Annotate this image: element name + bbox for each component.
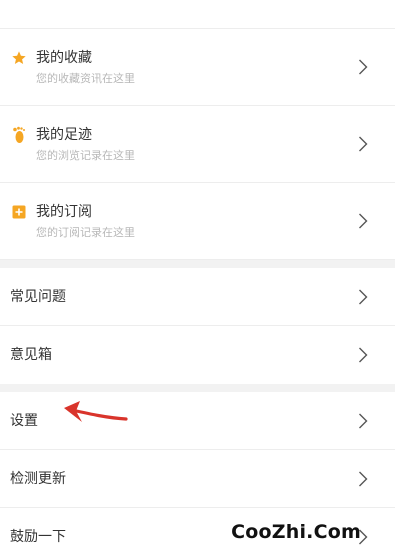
menu-item-subtitle: 您的订阅记录在这里 [36,225,135,239]
footprint-icon [10,126,28,144]
chevron-right-icon [357,412,369,430]
menu-item-title: 我的收藏 [36,49,92,66]
menu-item-text: 常见问题 [10,288,357,306]
menu-item-title-line: 我的足迹 [10,126,357,144]
menu-item-history[interactable]: 我的足迹 您的浏览记录在这里 [0,106,395,183]
menu-item-subtitle: 您的浏览记录在这里 [36,148,135,162]
menu-item-check-update[interactable]: 检测更新 [0,450,395,508]
chevron-right-icon [357,212,369,230]
star-icon [10,49,28,67]
section-divider [0,260,395,268]
section-divider [0,384,395,392]
menu-item-text: 我的收藏 您的收藏资讯在这里 [10,49,357,86]
menu-item-settings[interactable]: 设置 [0,392,395,450]
menu-item-favorites[interactable]: 我的收藏 您的收藏资讯在这里 [0,29,395,106]
menu-item-title-line: 我的收藏 [10,49,357,67]
profile-menu-page: 我的收藏 您的收藏资讯在这里 我的足迹 您的浏览记录在这里 我的订阅 您的订阅记… [0,0,395,557]
menu-item-faq[interactable]: 常见问题 [0,268,395,326]
menu-item-title: 我的足迹 [36,126,92,143]
menu-item-title: 常见问题 [10,288,66,305]
menu-item-text: 我的订阅 您的订阅记录在这里 [10,203,357,240]
menu-item-text: 检测更新 [10,470,357,488]
top-spacer [0,0,395,29]
chevron-right-icon [357,58,369,76]
menu-item-title: 意见箱 [10,347,52,363]
menu-item-title: 设置 [10,412,38,429]
menu-item-text: 意见箱 [10,346,357,364]
menu-item-subtitle: 您的收藏资讯在这里 [36,71,135,85]
menu-item-subscriptions[interactable]: 我的订阅 您的订阅记录在这里 [0,183,395,260]
menu-item-title: 我的订阅 [36,203,92,220]
menu-item-feedback[interactable]: 意见箱 [0,326,395,384]
subscribe-icon [10,203,28,221]
chevron-right-icon [357,288,369,306]
menu-item-title: 检测更新 [10,470,66,487]
watermark: CooZhi.Com [231,521,361,543]
menu-item-text: 设置 [10,412,357,430]
chevron-right-icon [357,135,369,153]
chevron-right-icon [357,346,369,364]
menu-item-text: 我的足迹 您的浏览记录在这里 [10,126,357,163]
chevron-right-icon [357,470,369,488]
menu-item-title-line: 我的订阅 [10,203,357,221]
